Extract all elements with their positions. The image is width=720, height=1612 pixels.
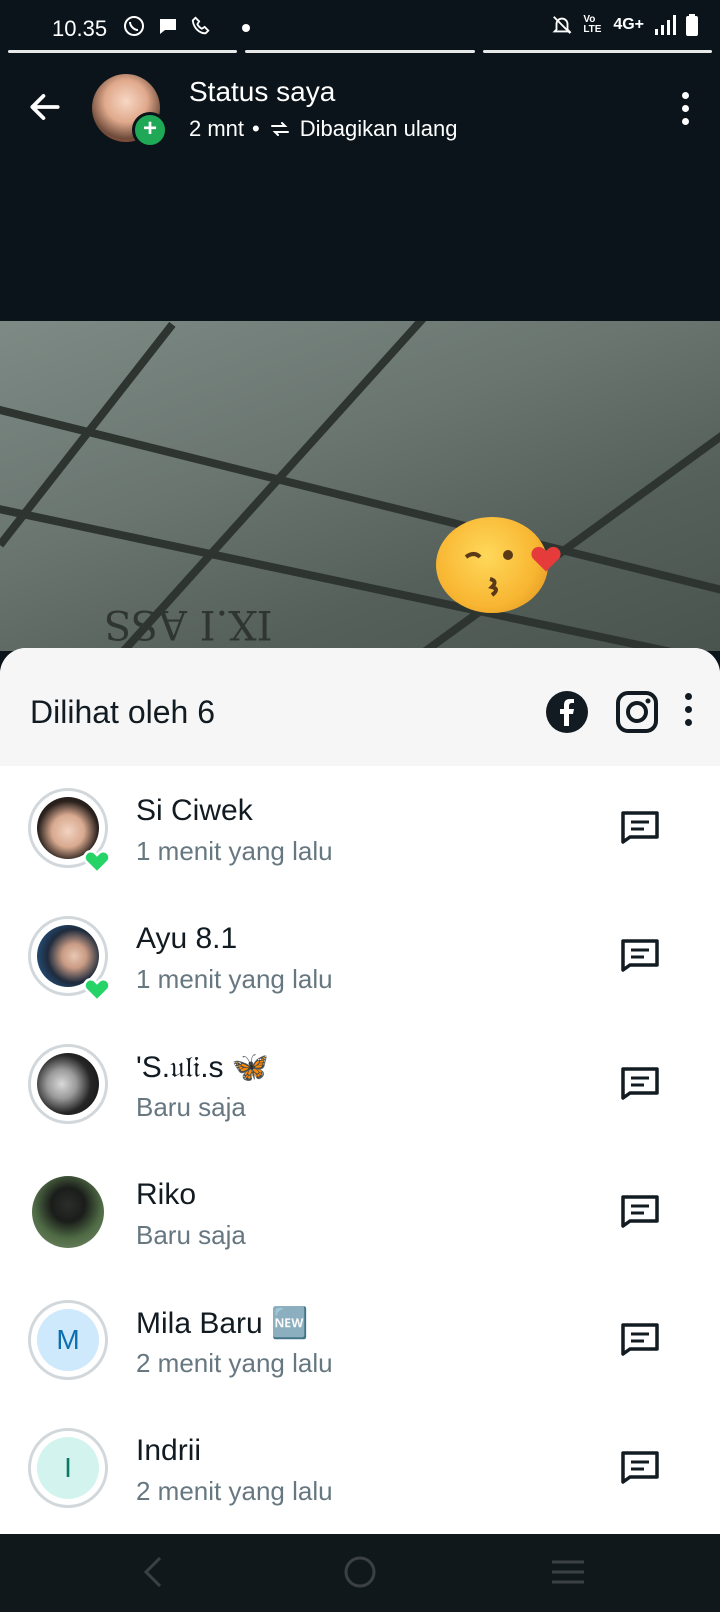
reply-message-icon[interactable] xyxy=(620,1194,660,1228)
avatar-initial: M xyxy=(56,1324,80,1355)
avatar-initial: I xyxy=(64,1452,72,1483)
clock: 10.35 xyxy=(52,16,108,41)
viewer-time: 2 menit yang lalu xyxy=(136,1476,333,1506)
viewer-name: Ayu 8.1 xyxy=(136,922,238,955)
like-heart-icon xyxy=(83,850,111,874)
instagram-icon[interactable] xyxy=(615,690,659,734)
notification-icons xyxy=(122,14,212,38)
viewer-name: Indrii xyxy=(136,1434,202,1467)
sheet-more-options-icon[interactable] xyxy=(685,692,692,732)
nav-recents-icon[interactable] xyxy=(550,1554,586,1590)
viewer-name: 'S.𝔲𝔩𝔦.s 🦋 xyxy=(136,1051,270,1084)
add-status-icon[interactable]: + xyxy=(132,112,168,148)
facebook-icon[interactable] xyxy=(545,690,589,734)
viewer-name: Mila Baru 🆕 xyxy=(136,1307,309,1340)
avatar: M xyxy=(28,1300,108,1380)
viewers-header: Dilihat oleh 6 xyxy=(0,648,720,766)
viewers-sheet: Dilihat oleh 6 Si Ciwek 1 menit yang lal… xyxy=(0,648,720,1534)
ceiling-beam xyxy=(0,321,176,548)
reshare-icon xyxy=(270,122,289,136)
heart-icon xyxy=(531,546,561,572)
system-navigation-bar xyxy=(0,1534,720,1612)
reply-message-icon[interactable] xyxy=(620,1066,660,1100)
back-arrow-icon[interactable] xyxy=(26,88,64,126)
notification-dot xyxy=(242,24,250,32)
viewer-time: 2 menit yang lalu xyxy=(136,1348,333,1378)
signal-icon xyxy=(655,15,676,35)
viewer-row[interactable]: Riko Baru saja xyxy=(0,1150,720,1278)
viewer-row[interactable]: Ayu 8.1 1 menit yang lalu xyxy=(0,894,720,1022)
viewer-time: 1 menit yang lalu xyxy=(136,836,333,866)
more-options-icon[interactable] xyxy=(682,92,690,131)
network-type: 4G+ xyxy=(613,16,644,33)
avatar: I xyxy=(28,1428,108,1508)
avatar xyxy=(28,1044,108,1124)
system-indicators: Vo LTE 4G+ xyxy=(551,14,698,36)
mute-icon xyxy=(552,16,572,34)
system-status-bar: 10.35 Vo LTE 4G+ xyxy=(0,0,720,56)
viewer-time: Baru saja xyxy=(136,1220,246,1250)
whatsapp-icon xyxy=(124,16,144,36)
phone-icon xyxy=(191,16,210,35)
viewer-row[interactable]: M Mila Baru 🆕 2 menit yang lalu xyxy=(0,1278,720,1406)
reply-message-icon[interactable] xyxy=(620,1450,660,1484)
nav-back-icon[interactable] xyxy=(140,1554,166,1590)
viewer-row[interactable]: 'S.𝔲𝔩𝔦.s 🦋 Baru saja xyxy=(0,1022,720,1150)
status-meta: 2 mnt • Dibagikan ulang xyxy=(189,116,458,142)
story-progress-segment xyxy=(245,50,475,53)
story-progress-segment xyxy=(8,50,238,53)
story-progress-segment xyxy=(482,50,712,53)
avatar xyxy=(28,1172,108,1252)
share-actions xyxy=(545,690,692,734)
viewers-count-title: Dilihat oleh 6 xyxy=(30,694,215,730)
viewer-time: 1 menit yang lalu xyxy=(136,964,333,994)
reply-message-icon[interactable] xyxy=(620,810,660,844)
viewer-name: Riko xyxy=(136,1178,197,1211)
kiss-emoji-icon xyxy=(436,517,561,613)
reshared-label: Dibagikan ulang xyxy=(299,116,458,141)
reply-message-icon[interactable] xyxy=(620,938,660,972)
viewer-name: Si Ciwek xyxy=(136,794,253,827)
ceiling-beam xyxy=(0,401,720,608)
meta-separator: • xyxy=(252,116,260,141)
battery-icon xyxy=(686,14,698,36)
status-header: + Status saya 2 mnt • Dibagikan ulang xyxy=(0,68,720,148)
status-image[interactable]: IX.I ASS xyxy=(0,321,720,651)
message-bubble-icon xyxy=(160,19,176,34)
volte-indicator: Vo LTE xyxy=(583,14,602,35)
viewer-time: Baru saja xyxy=(136,1092,246,1122)
like-heart-icon xyxy=(83,978,111,1002)
class-label-text: IX.I ASS xyxy=(104,601,273,647)
page-title: Status saya xyxy=(189,76,336,107)
nav-home-icon[interactable] xyxy=(342,1554,378,1590)
reply-message-icon[interactable] xyxy=(620,1322,660,1356)
viewer-row[interactable]: I Indrii 2 menit yang lalu xyxy=(0,1406,720,1534)
status-time: 2 mnt xyxy=(189,116,245,141)
viewer-row[interactable]: Si Ciwek 1 menit yang lalu xyxy=(0,766,720,894)
story-progress xyxy=(8,50,712,53)
